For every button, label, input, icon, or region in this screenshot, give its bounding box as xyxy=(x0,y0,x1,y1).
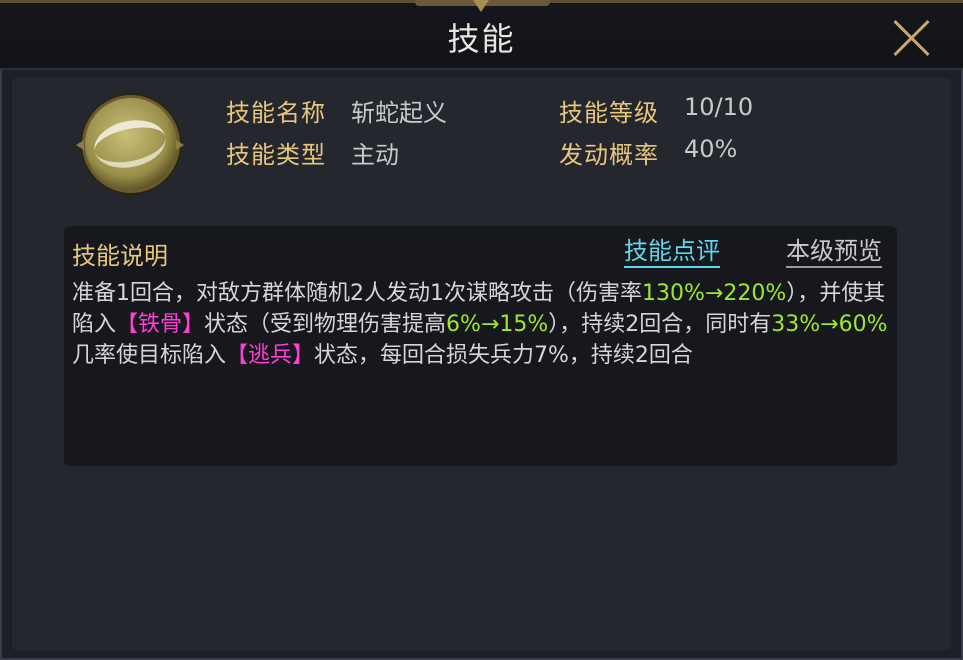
level-preview-link[interactable]: 本级预览 xyxy=(786,236,882,268)
description-title: 技能说明 xyxy=(72,242,168,270)
description-segment: 几率使目标陷入 xyxy=(72,343,227,368)
title-gem-icon xyxy=(473,0,489,12)
skill-name-label: 技能名称 xyxy=(226,99,326,127)
description-segment: 状态（受到物理伤害提高 xyxy=(204,312,447,337)
description-segment: 33%→60% xyxy=(771,312,888,337)
description-segment: 130%→220% xyxy=(642,281,787,306)
description-text: 准备1回合，对敌方群体随机2人发动1次谋略攻击（伤害率130%→220%），并使… xyxy=(72,278,892,371)
description-segment: ），持续2回合，同时有 xyxy=(548,312,772,337)
description-segment: 状态，每回合损失兵力7%，持续2回合 xyxy=(314,343,693,368)
skill-type-label: 技能类型 xyxy=(226,141,326,169)
description-segment: 6%→15% xyxy=(446,312,549,337)
swirl-skill-icon xyxy=(76,95,184,195)
close-button[interactable] xyxy=(888,14,936,62)
description-segment: 【铁骨】 xyxy=(116,312,205,337)
skill-chance-label: 发动概率 xyxy=(559,141,659,169)
description-segment: 准备1回合，对敌方群体随机2人发动1次谋略攻击（伤害率 xyxy=(72,281,642,306)
title-bar: 技能 xyxy=(0,0,963,70)
description-segment: 【逃兵】 xyxy=(226,343,315,368)
skill-level-label: 技能等级 xyxy=(559,99,659,127)
skill-type-value: 主动 xyxy=(351,141,399,169)
skill-chance-value: 40% xyxy=(684,135,738,163)
skill-name-value: 斩蛇起义 xyxy=(351,99,447,127)
window-title: 技能 xyxy=(447,20,516,58)
icon-right-arrow-icon xyxy=(176,140,184,150)
skill-review-link[interactable]: 技能点评 xyxy=(624,236,720,268)
skill-level-value: 10/10 xyxy=(684,93,754,121)
icon-left-arrow-icon xyxy=(76,140,84,150)
